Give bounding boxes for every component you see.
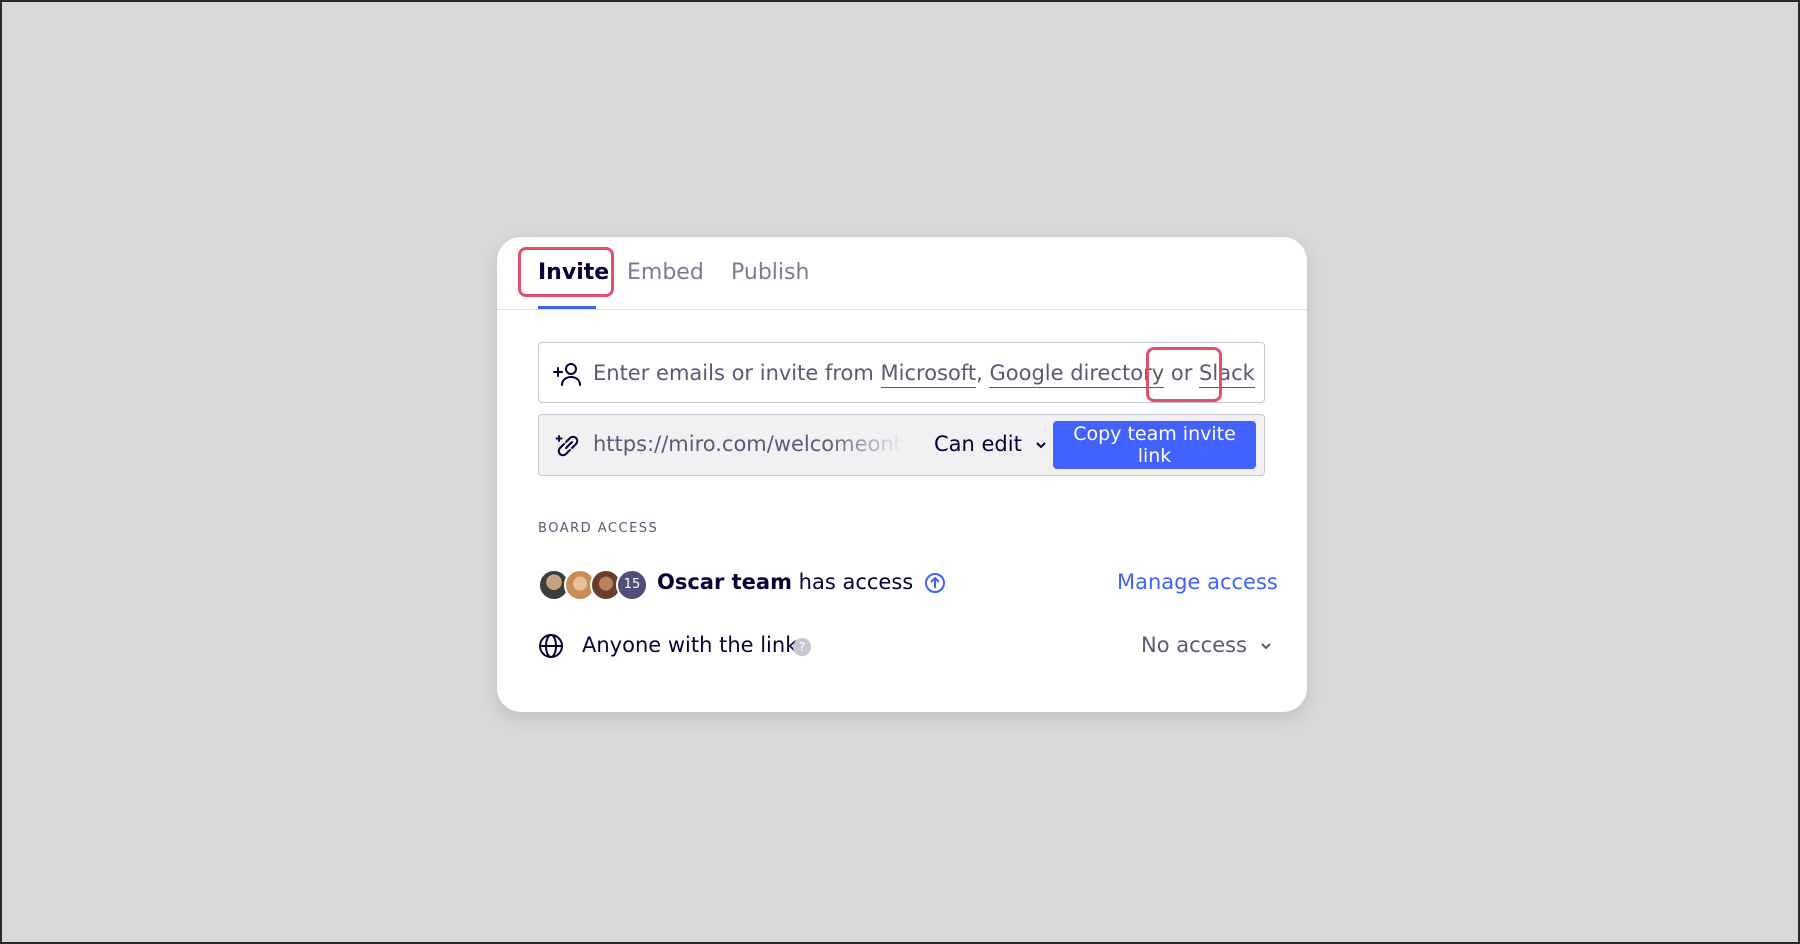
anyone-with-link-label: Anyone with the link [582, 633, 798, 657]
permission-dropdown[interactable]: Can edit [934, 432, 1047, 456]
globe-icon [539, 634, 563, 658]
tab-embed[interactable]: Embed [627, 260, 704, 285]
team-name: Oscar team [657, 570, 792, 594]
tab-bar: Invite Embed Publish [497, 237, 1307, 310]
permission-label: Can edit [934, 432, 1022, 456]
board-access-heading: BOARD ACCESS [538, 521, 659, 536]
google-directory-link[interactable]: Google directory [989, 361, 1165, 388]
invite-email-input[interactable]: Enter emails or invite from Microsoft, G… [538, 342, 1265, 403]
team-access-suffix: has access [798, 570, 914, 594]
team-avatars: 15 [538, 569, 648, 601]
copy-invite-link-button[interactable]: Copy team invite link [1053, 421, 1256, 469]
link-plus-icon [555, 435, 579, 457]
chevron-down-icon [1260, 643, 1271, 650]
team-access-text: Oscar team has access [657, 570, 946, 594]
add-user-icon [553, 363, 581, 386]
tab-invite[interactable]: Invite [538, 260, 609, 285]
share-modal: Invite Embed Publish Enter emails or inv… [497, 237, 1307, 712]
link-access-label: No access [1141, 633, 1247, 657]
invite-link-url[interactable]: https://miro.com/welcomeonboard [593, 432, 905, 456]
microsoft-link[interactable]: Microsoft [880, 361, 977, 388]
link-access-dropdown[interactable]: No access [1141, 633, 1272, 657]
help-icon[interactable]: ? [793, 638, 811, 656]
slack-highlight [1146, 347, 1222, 402]
upgrade-arrow-icon[interactable] [924, 572, 946, 594]
tab-publish[interactable]: Publish [731, 260, 809, 285]
screenshot-backdrop: Invite Embed Publish Enter emails or inv… [0, 0, 1800, 944]
invite-link-field: https://miro.com/welcomeonboard Can edit… [538, 414, 1265, 476]
invite-prefix: Enter emails or invite from [593, 361, 874, 385]
chevron-down-icon [1035, 442, 1046, 449]
avatar-count: 15 [616, 569, 648, 601]
manage-access-link[interactable]: Manage access [1117, 570, 1278, 594]
active-tab-underline [538, 306, 596, 309]
invite-comma: , [976, 361, 983, 385]
